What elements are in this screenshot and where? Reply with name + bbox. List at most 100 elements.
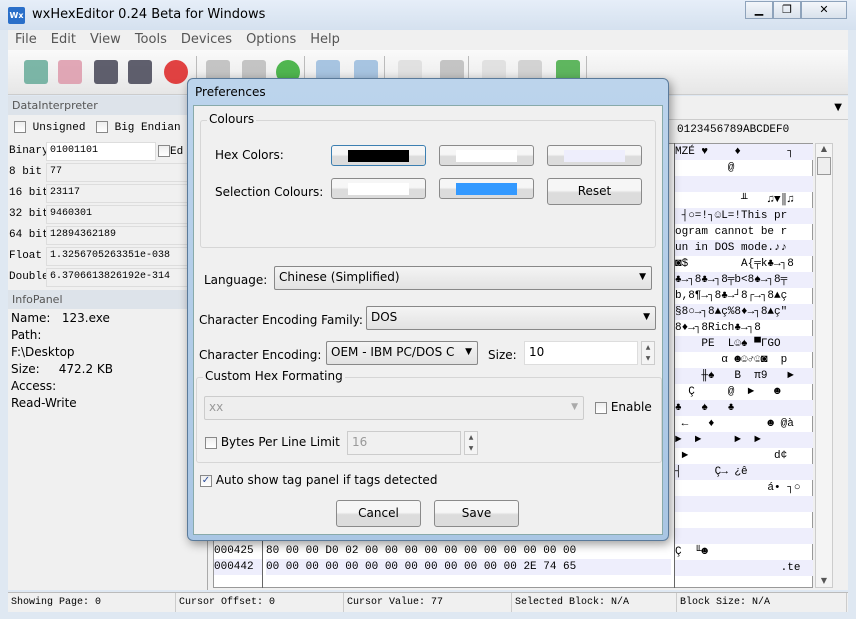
menu-view[interactable]: View [83, 30, 128, 50]
text-row[interactable] [675, 176, 813, 192]
text-row[interactable]: ╨ ♫▼║♫ [675, 192, 813, 208]
text-row[interactable]: @ [675, 160, 813, 176]
minimize-button[interactable]: ▁ [745, 1, 773, 19]
text-row[interactable]: ┤ Ç→ ¿ê [675, 464, 813, 480]
size-value: 10 [529, 345, 545, 359]
interpreter-label: Binary [9, 145, 49, 157]
size-input[interactable]: 10 [524, 341, 638, 365]
chevron-down-icon: ▼ [639, 272, 646, 282]
text-row[interactable]: PE L☺♠ ▀ΓGO [675, 336, 813, 352]
data-interpreter-title: DataInterpreter [8, 96, 207, 115]
text-row[interactable] [675, 512, 813, 528]
bytes-per-line-input[interactable]: 16 [347, 431, 461, 455]
scrollbar-thumb[interactable] [817, 157, 831, 175]
interpreter-row: Double 6.3706613826192e-314 [8, 267, 208, 288]
app-logo: Wx [8, 7, 25, 24]
encoding-select[interactable]: OEM - IBM PC/DOS C ▼ [326, 341, 478, 365]
text-row[interactable] [675, 496, 813, 512]
window-title: wxHexEditor 0.24 Beta for Windows [32, 7, 266, 22]
text-row[interactable]: un in DOS mode.♪♪ [675, 240, 813, 256]
bytes-per-line-checkbox[interactable]: Bytes Per Line Limit [205, 435, 340, 449]
hex-bytes-row[interactable]: 80 00 00 D0 02 00 00 00 00 00 00 00 00 0… [266, 543, 671, 559]
close-file-icon[interactable] [164, 60, 188, 84]
text-row[interactable]: á• ┐○ [675, 480, 813, 496]
selection-colours-label: Selection Colours: [215, 185, 324, 199]
text-row[interactable]: 8♦→┐8Rich♣→┐8 [675, 320, 813, 336]
custom-format-combo[interactable]: xx ▼ [204, 396, 584, 420]
restore-button[interactable]: ❐ [773, 1, 801, 19]
text-row[interactable]: ► d¢ [675, 448, 813, 464]
edit-checkbox[interactable]: Ed [158, 145, 183, 158]
menu-help[interactable]: Help [303, 30, 347, 50]
interpreter-value[interactable]: 01001101 [46, 142, 156, 161]
bytes-per-line-spinner[interactable]: ▲ ▼ [464, 431, 478, 455]
selection-color-button-2[interactable] [439, 178, 534, 199]
interpreter-value[interactable]: 12894362189 [46, 226, 208, 245]
reset-button[interactable]: Reset [547, 178, 642, 205]
menu-bar: File Edit View Tools Devices Options Help [8, 30, 848, 50]
hex-color-button-3[interactable] [547, 145, 642, 166]
custom-format-value: xx [209, 400, 224, 414]
info-line: Read-Write [11, 396, 77, 410]
text-row[interactable]: .te [675, 560, 813, 576]
hex-color-button-1[interactable] [331, 145, 426, 166]
hex-bytes-row[interactable]: 00 00 00 00 00 00 00 00 00 00 00 00 00 2… [266, 559, 671, 575]
tab-dropdown-icon[interactable]: ▼ [834, 102, 842, 113]
menu-options[interactable]: Options [239, 30, 303, 50]
chevron-down-icon: ▼ [465, 347, 472, 357]
menu-file[interactable]: File [8, 30, 44, 50]
auto-show-checkbox[interactable]: ✓ Auto show tag panel if tags detected [200, 473, 437, 487]
close-button[interactable]: ✕ [801, 1, 847, 19]
menu-tools[interactable]: Tools [128, 30, 174, 50]
hex-colors-label: Hex Colors: [215, 148, 284, 162]
status-bar: Showing Page: 0 Cursor Offset: 0 Cursor Va… [8, 592, 848, 612]
interpreter-value[interactable]: 6.3706613826192e-314 [46, 268, 208, 287]
unsigned-label: Unsigned [32, 121, 86, 134]
text-row[interactable]: ← ♦ ☻ @à [675, 416, 813, 432]
text-row[interactable]: Ç ╙☻ [675, 544, 813, 560]
size-spinner[interactable]: ▲ ▼ [641, 341, 655, 365]
text-row[interactable]: ♣→┐8♣→┐8╤b<8♠→┐8╤ [675, 272, 813, 288]
new-file-icon[interactable] [24, 60, 48, 84]
text-row[interactable]: ┤○=!┐☺L=!This pr [675, 208, 813, 224]
text-row[interactable]: §8○→┐8▲ç%8♦→┐8▲ç" [675, 304, 813, 320]
text-row[interactable] [675, 528, 813, 544]
encoding-family-select[interactable]: DOS ▼ [366, 306, 656, 330]
text-row[interactable]: ► ► ► ► [675, 432, 813, 448]
info-line: Path: [11, 328, 42, 342]
status-field: Cursor Value: 77 [344, 593, 512, 612]
enable-checkbox[interactable]: Enable [595, 400, 652, 414]
text-row[interactable]: b,8¶→┐8♣→┘8┌→┐8▲ç [675, 288, 813, 304]
interpreter-value[interactable]: 1.3256705263351e-038 [46, 247, 208, 266]
interpreter-label: Float [9, 250, 43, 262]
unsigned-checkbox[interactable]: Unsigned [14, 121, 85, 134]
status-field: Selected Block: N/A [512, 593, 677, 612]
text-row[interactable]: ╫♠ B π9 ► [675, 368, 813, 384]
text-row[interactable]: α ☻☺♂☺◙ p [675, 352, 813, 368]
encoding-value: OEM - IBM PC/DOS C [331, 345, 455, 359]
language-select[interactable]: Chinese (Simplified) ▼ [274, 266, 652, 290]
interpreter-row: 32 bit 9460301 [8, 204, 208, 225]
text-row[interactable]: ♣ ♠ ♣ [675, 400, 813, 416]
menu-edit[interactable]: Edit [44, 30, 83, 50]
selection-color-button-1[interactable] [331, 178, 426, 199]
text-row[interactable]: ogram cannot be r [675, 224, 813, 240]
save-icon[interactable] [94, 60, 118, 84]
custom-hex-group: Custom Hex Formating xx ▼ Enable Bytes Pe… [196, 369, 662, 463]
text-row[interactable]: Ç @ ► ☻ [675, 384, 813, 400]
big-endian-label: Big Endian [114, 121, 181, 134]
menu-devices[interactable]: Devices [174, 30, 239, 50]
text-row[interactable]: ◙$ A{╤k♣→┐8 [675, 256, 813, 272]
hex-color-button-2[interactable] [439, 145, 534, 166]
open-file-icon[interactable] [58, 60, 82, 84]
interpreter-value[interactable]: 9460301 [46, 205, 208, 224]
interpreter-value[interactable]: 23117 [46, 184, 208, 203]
info-panel-title: InfoPanel [8, 290, 207, 309]
vertical-scrollbar[interactable]: ▲ ▼ [815, 143, 833, 588]
save-button[interactable]: Save [434, 500, 519, 527]
interpreter-value[interactable]: 77 [46, 163, 208, 182]
cancel-button[interactable]: Cancel [336, 500, 421, 527]
big-endian-checkbox[interactable]: Big Endian [96, 121, 181, 134]
text-row[interactable]: MZÉ ♥ ♦ ┐ [675, 144, 813, 160]
save-as-icon[interactable] [128, 60, 152, 84]
